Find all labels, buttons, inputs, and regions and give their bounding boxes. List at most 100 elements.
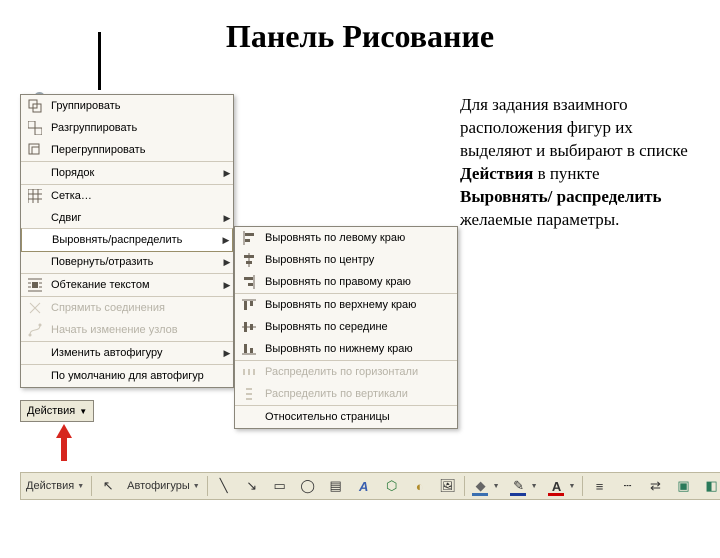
arrow-tool[interactable]: ↘: [238, 474, 266, 498]
align-submenu[interactable]: Выровнять по левому краю Выровнять по цен…: [234, 226, 458, 429]
dh-icon: [239, 362, 259, 382]
font-color-button[interactable]: A▼: [543, 474, 581, 498]
align-submenu-item-3[interactable]: Выровнять по верхнему краю: [235, 293, 457, 316]
align-submenu-item-6: Распределить по горизонтали: [235, 360, 457, 383]
actions-menu-item-1[interactable]: Разгруппировать: [21, 117, 233, 139]
line-icon: ╲: [215, 477, 233, 495]
line-tool[interactable]: ╲: [210, 474, 238, 498]
menu-item-label: По умолчанию для автофигур: [51, 370, 233, 382]
actions-dropdown-label: Действия: [27, 405, 75, 417]
line-style-button[interactable]: ≡: [585, 474, 613, 498]
wrap-icon: [25, 275, 45, 295]
group-icon: [25, 96, 45, 116]
cube-icon: ◧: [702, 477, 720, 495]
menu-item-label: Разгруппировать: [51, 122, 233, 134]
actions-menu-item-12[interactable]: По умолчанию для автофигур: [21, 364, 233, 387]
cursor-icon: ↖: [99, 477, 117, 495]
submenu-arrow-icon: ▶: [221, 213, 233, 224]
blank-icon: [239, 407, 259, 427]
align-submenu-item-4[interactable]: Выровнять по середине: [235, 316, 457, 338]
brush-icon: ✎: [510, 477, 528, 495]
actions-menu-item-3[interactable]: Порядок▶: [21, 161, 233, 184]
menu-item-label: Выровнять по середине: [265, 321, 457, 333]
line-style-icon: ≡: [590, 477, 608, 495]
menu-item-label: Сдвиг: [51, 212, 221, 224]
toolbar-actions-button[interactable]: Действия▼: [21, 474, 89, 498]
oval-tool[interactable]: ◯: [294, 474, 322, 498]
menu-item-label: Повернуть/отразить: [51, 256, 221, 268]
blank-icon: [26, 230, 46, 250]
actions-dropdown-button[interactable]: Действия ▼: [20, 400, 94, 422]
align-submenu-item-7: Распределить по вертикали: [235, 383, 457, 405]
submenu-arrow-icon: ▶: [221, 168, 233, 179]
menu-item-label: Сетка…: [51, 190, 233, 202]
actions-menu-item-7[interactable]: Повернуть/отразить▶: [21, 251, 233, 273]
line-color-button[interactable]: ✎▼: [505, 474, 543, 498]
rectangle-icon: ▭: [271, 477, 289, 495]
menu-item-label: Выровнять по левому краю: [265, 232, 457, 244]
clipart-icon: ◐: [411, 477, 429, 495]
blank-icon: [25, 163, 45, 183]
actions-menu-item-11[interactable]: Изменить автофигуру▶: [21, 341, 233, 364]
menu-item-label: Относительно страницы: [265, 411, 457, 423]
diagram-icon: ⬡: [383, 477, 401, 495]
oval-icon: ◯: [299, 477, 317, 495]
dash-style-button[interactable]: ┄: [613, 474, 641, 498]
callout-arrow: [56, 424, 72, 438]
align-submenu-item-5[interactable]: Выровнять по нижнему краю: [235, 338, 457, 360]
actions-menu-item-5[interactable]: Сдвиг▶: [21, 207, 233, 229]
arrows-icon: ⇄: [646, 477, 664, 495]
align-submenu-item-1[interactable]: Выровнять по центру: [235, 249, 457, 271]
am-icon: [239, 317, 259, 337]
actions-menu-item-10: Начать изменение узлов: [21, 319, 233, 341]
submenu-arrow-icon: ▶: [221, 280, 233, 291]
select-tool[interactable]: ↖: [94, 474, 122, 498]
chevron-down-icon: ▼: [79, 407, 87, 416]
clipart-tool[interactable]: ◐: [406, 474, 434, 498]
menu-item-label: Начать изменение узлов: [51, 324, 233, 336]
menu-item-label: Выровнять по верхнему краю: [265, 299, 457, 311]
blank-icon: [25, 366, 45, 386]
align-submenu-item-8[interactable]: Относительно страницы: [235, 405, 457, 428]
actions-menu-item-4[interactable]: Сетка…: [21, 184, 233, 207]
menu-item-label: Выровнять по нижнему краю: [265, 343, 457, 355]
menu-item-label: Группировать: [51, 100, 233, 112]
menu-item-label: Распределить по горизонтали: [265, 366, 457, 378]
fill-icon: ◆: [472, 477, 490, 495]
actions-menu[interactable]: Группировать Разгруппировать Перегруппиров…: [20, 94, 234, 388]
picture-tool[interactable]: 🖼: [434, 474, 462, 498]
grid-icon: [25, 186, 45, 206]
align-submenu-item-0[interactable]: Выровнять по левому краю: [235, 227, 457, 249]
ac-icon: [239, 250, 259, 270]
arrow-style-button[interactable]: ⇄: [641, 474, 669, 498]
menu-item-label: Обтекание текстом: [51, 279, 221, 291]
actions-menu-item-2[interactable]: Перегруппировать: [21, 139, 233, 161]
description-text: Для задания взаимного расположения фигур…: [460, 94, 696, 232]
diagram-tool[interactable]: ⬡: [378, 474, 406, 498]
menu-item-label: Выровнять по правому краю: [265, 276, 457, 288]
align-submenu-item-2[interactable]: Выровнять по правому краю: [235, 271, 457, 293]
blank-icon: [25, 343, 45, 363]
3d-button[interactable]: ◧: [697, 474, 720, 498]
regroup-icon: [25, 140, 45, 160]
toolbar-autoshapes-button[interactable]: Автофигуры▼: [122, 474, 205, 498]
font-color-icon: A: [548, 477, 566, 495]
textbox-tool[interactable]: ▤: [322, 474, 350, 498]
shadow-button[interactable]: ▣: [669, 474, 697, 498]
blank-icon: [25, 252, 45, 272]
drawing-toolbar: Действия▼ ↖ Автофигуры▼ ╲ ↘ ▭ ◯ ▤ A ⬡ ◐ …: [20, 472, 720, 500]
al-icon: [239, 228, 259, 248]
picture-icon: 🖼: [439, 477, 457, 495]
actions-menu-item-6[interactable]: Выровнять/распределить▶: [21, 228, 233, 252]
dv-icon: [239, 384, 259, 404]
wordart-tool[interactable]: A: [350, 474, 378, 498]
arrow-icon: ↘: [243, 477, 261, 495]
actions-menu-item-9: Спрямить соединения: [21, 296, 233, 319]
actions-menu-item-8[interactable]: Обтекание текстом▶: [21, 273, 233, 296]
fill-color-button[interactable]: ◆▼: [467, 474, 505, 498]
rectangle-tool[interactable]: ▭: [266, 474, 294, 498]
textbox-icon: ▤: [327, 477, 345, 495]
reroute-icon: [25, 298, 45, 318]
actions-menu-item-0[interactable]: Группировать: [21, 95, 233, 117]
submenu-arrow-icon: ▶: [221, 348, 233, 359]
